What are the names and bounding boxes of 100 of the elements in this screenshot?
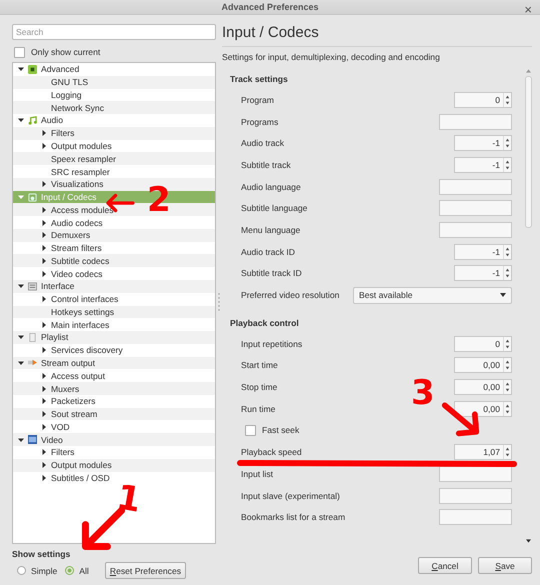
setting-label: Subtitle track ID bbox=[241, 268, 303, 278]
close-button[interactable]: × bbox=[522, 3, 534, 16]
checkbox-label: Fast seek bbox=[262, 425, 300, 436]
spin-arrows-icon[interactable] bbox=[503, 244, 511, 259]
checkbox[interactable] bbox=[245, 424, 256, 436]
reset-preferences-button[interactable]: Reset Preferences bbox=[104, 562, 186, 579]
checkbox[interactable] bbox=[14, 46, 25, 58]
tree-item[interactable]: Output modules bbox=[13, 458, 215, 472]
setting-label: Subtitle track bbox=[241, 160, 292, 170]
tree-item[interactable]: Access output bbox=[13, 369, 215, 382]
radio-button[interactable] bbox=[65, 566, 74, 575]
spin-arrows-icon[interactable] bbox=[503, 445, 511, 460]
expander-icon[interactable] bbox=[41, 296, 47, 302]
category-icon bbox=[28, 332, 37, 342]
save-button[interactable]: Save bbox=[478, 557, 532, 574]
tree-item[interactable]: Audio codecs bbox=[13, 216, 215, 229]
scroll-down-icon[interactable] bbox=[526, 539, 530, 543]
spin-arrows-icon[interactable] bbox=[503, 266, 511, 280]
spin-box[interactable]: 0,00 bbox=[454, 379, 512, 396]
tree-item[interactable]: Services discovery bbox=[13, 344, 215, 357]
cancel-button[interactable]: Cancel bbox=[418, 557, 472, 574]
expander-icon[interactable] bbox=[18, 117, 24, 124]
tree-item[interactable]: Speex resampler bbox=[13, 152, 215, 166]
setting-label: Programs bbox=[241, 116, 280, 127]
spin-box[interactable]: 0,00 bbox=[454, 357, 512, 374]
tree-item[interactable]: Advanced bbox=[13, 63, 215, 76]
section-label: Show settings bbox=[12, 549, 72, 559]
spin-box[interactable]: -1 bbox=[454, 135, 512, 152]
setting-label: Subtitle language bbox=[241, 203, 308, 214]
setting-label: Run time bbox=[241, 404, 276, 414]
tree-item[interactable]: SRC resampler bbox=[13, 165, 215, 178]
tree-item[interactable]: Demuxers bbox=[13, 228, 215, 242]
spin-box[interactable]: 0,00 bbox=[454, 400, 512, 417]
tree-item[interactable]: Filters bbox=[13, 126, 215, 140]
expander-icon[interactable] bbox=[18, 436, 24, 443]
tree-item[interactable]: Main interfaces bbox=[13, 318, 215, 332]
spin-arrows-icon[interactable] bbox=[503, 402, 511, 416]
radio-label: Simple bbox=[31, 566, 58, 576]
tree-item[interactable]: Filters bbox=[13, 446, 215, 459]
tree-item[interactable]: Video codecs bbox=[13, 267, 215, 280]
tree-item[interactable]: Sout stream bbox=[13, 408, 215, 420]
radio-label: All bbox=[79, 566, 89, 576]
text-field[interactable] bbox=[439, 488, 512, 504]
spin-arrows-icon[interactable] bbox=[503, 380, 511, 394]
setting-label: Start time bbox=[241, 360, 279, 370]
tree-item[interactable]: Video bbox=[13, 433, 215, 446]
setting-label: Program bbox=[241, 94, 275, 105]
tree-item[interactable]: Stream filters bbox=[13, 242, 215, 254]
expander-icon[interactable] bbox=[41, 347, 47, 354]
expander-icon[interactable] bbox=[41, 181, 47, 188]
tree-item[interactable]: GNU TLS bbox=[13, 76, 215, 89]
tree-item[interactable]: Packetizers bbox=[13, 394, 215, 408]
expander-icon[interactable] bbox=[18, 66, 24, 72]
text-field[interactable] bbox=[439, 178, 512, 195]
spin-box[interactable]: 0 bbox=[454, 336, 512, 352]
tree-item[interactable]: Output modules bbox=[13, 140, 215, 152]
caret-icon bbox=[500, 293, 506, 298]
expander-icon[interactable] bbox=[18, 334, 24, 340]
setting-label: Input repetitions bbox=[241, 338, 304, 349]
section-title: Playback control bbox=[230, 318, 300, 330]
text-field[interactable] bbox=[439, 114, 512, 130]
expander-icon[interactable] bbox=[41, 322, 47, 328]
tree-item[interactable]: Interface bbox=[13, 280, 215, 293]
spin-arrows-icon[interactable] bbox=[503, 136, 511, 150]
spin-box[interactable]: -1 bbox=[454, 156, 512, 173]
spin-arrows-icon[interactable] bbox=[503, 336, 511, 351]
section-title: Track settings bbox=[230, 74, 289, 86]
tree-item[interactable]: VOD bbox=[13, 420, 215, 434]
radio-button[interactable] bbox=[17, 566, 26, 575]
search-field[interactable]: Search bbox=[12, 24, 216, 40]
spin-box[interactable]: 0 bbox=[454, 92, 512, 108]
spin-arrows-icon[interactable] bbox=[503, 158, 511, 172]
tree-item[interactable]: Muxers bbox=[13, 382, 215, 395]
tree-item[interactable]: Audio bbox=[13, 114, 215, 127]
expander-icon[interactable] bbox=[18, 360, 24, 366]
setting-label: Menu language bbox=[241, 224, 302, 235]
text-field[interactable] bbox=[439, 222, 512, 238]
text-field[interactable] bbox=[439, 509, 512, 526]
spin-box[interactable]: -1 bbox=[454, 244, 512, 260]
setting-label: Preferred video resolution bbox=[241, 290, 340, 300]
panel-subtitle: Settings for input, demultiplexing, decoding and encoding bbox=[222, 52, 441, 63]
window-title: Advanced Preferences bbox=[221, 2, 319, 12]
tree-item[interactable]: Hotkeys settings bbox=[13, 306, 215, 318]
tree-item[interactable]: Logging bbox=[13, 88, 215, 102]
dropdown[interactable]: Best available bbox=[353, 286, 512, 304]
spin-box[interactable]: -1 bbox=[454, 265, 512, 282]
spin-box[interactable]: 1,07 bbox=[454, 444, 512, 460]
tree-item[interactable]: Network Sync bbox=[13, 101, 215, 114]
expander-icon[interactable] bbox=[18, 283, 24, 290]
category-icon bbox=[28, 116, 37, 125]
tree-item[interactable]: Subtitle codecs bbox=[13, 254, 215, 268]
tree-item[interactable]: Control interfaces bbox=[13, 292, 215, 306]
text-field[interactable] bbox=[439, 200, 512, 216]
tree-item[interactable]: Stream output bbox=[13, 356, 215, 370]
setting-label: Input slave (experimental) bbox=[241, 490, 341, 501]
spin-arrows-icon[interactable] bbox=[503, 358, 511, 372]
tree-item[interactable]: Playlist bbox=[13, 331, 215, 344]
setting-label: Audio track bbox=[241, 138, 285, 148]
setting-label: Playback speed bbox=[241, 447, 303, 458]
spin-arrows-icon[interactable] bbox=[503, 92, 511, 107]
